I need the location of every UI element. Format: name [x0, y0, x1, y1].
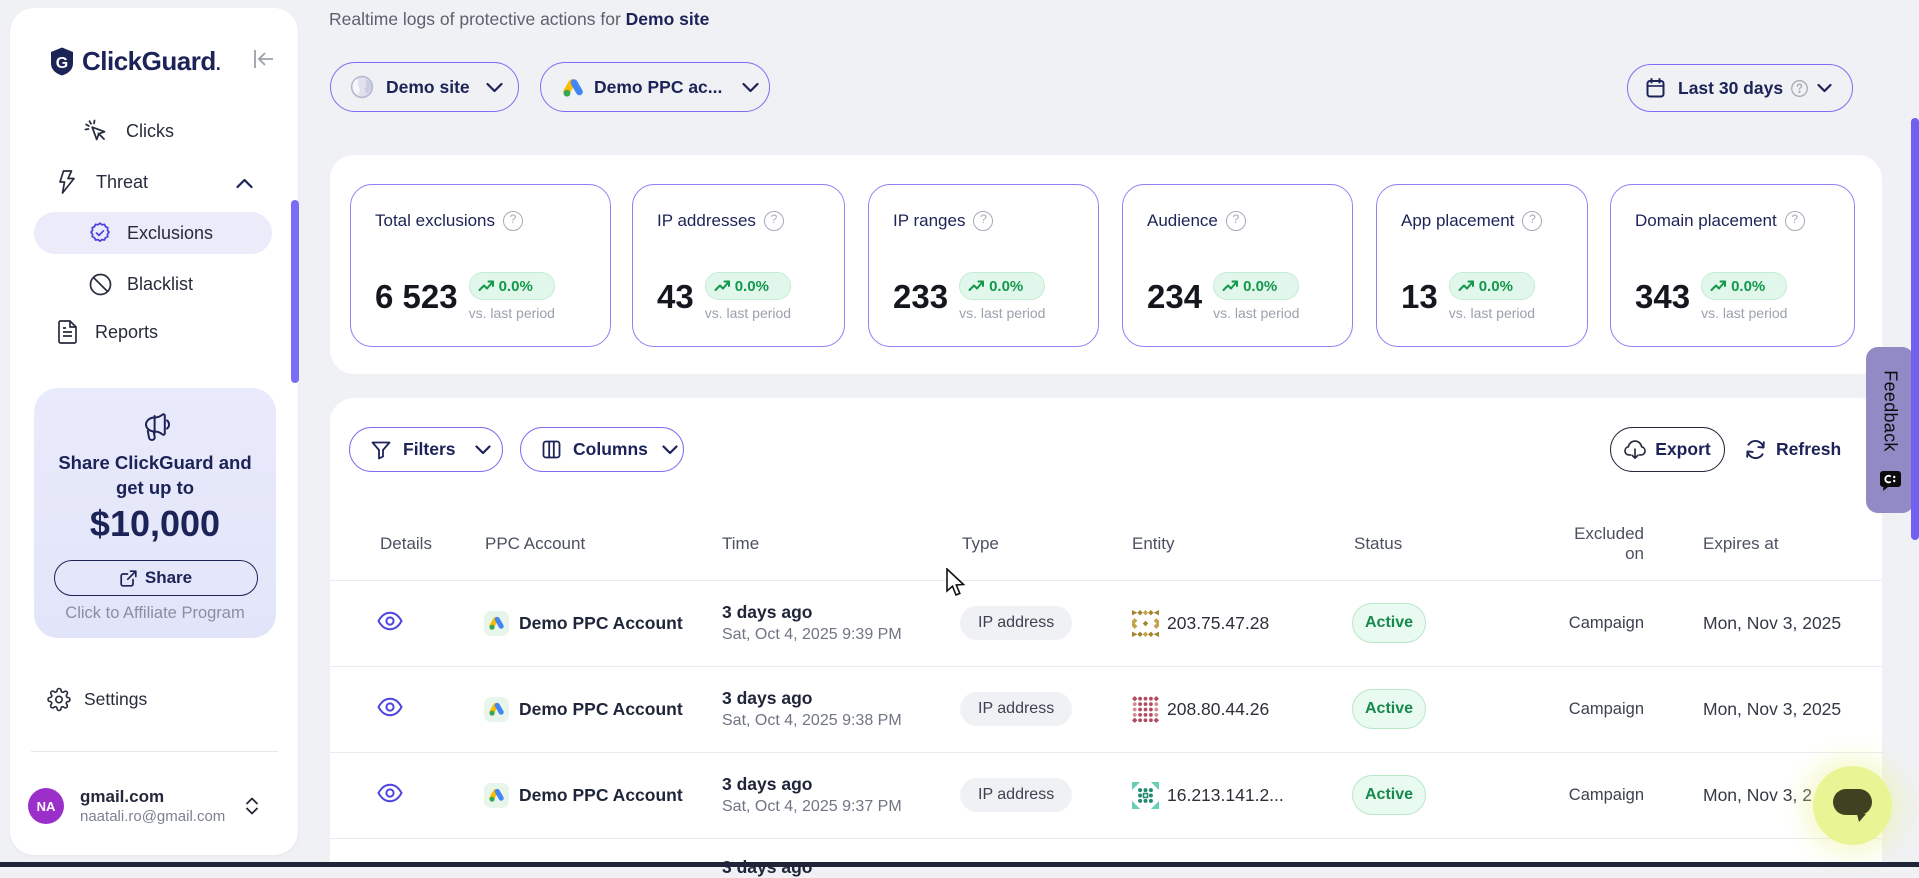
svg-text:G: G: [56, 55, 68, 72]
